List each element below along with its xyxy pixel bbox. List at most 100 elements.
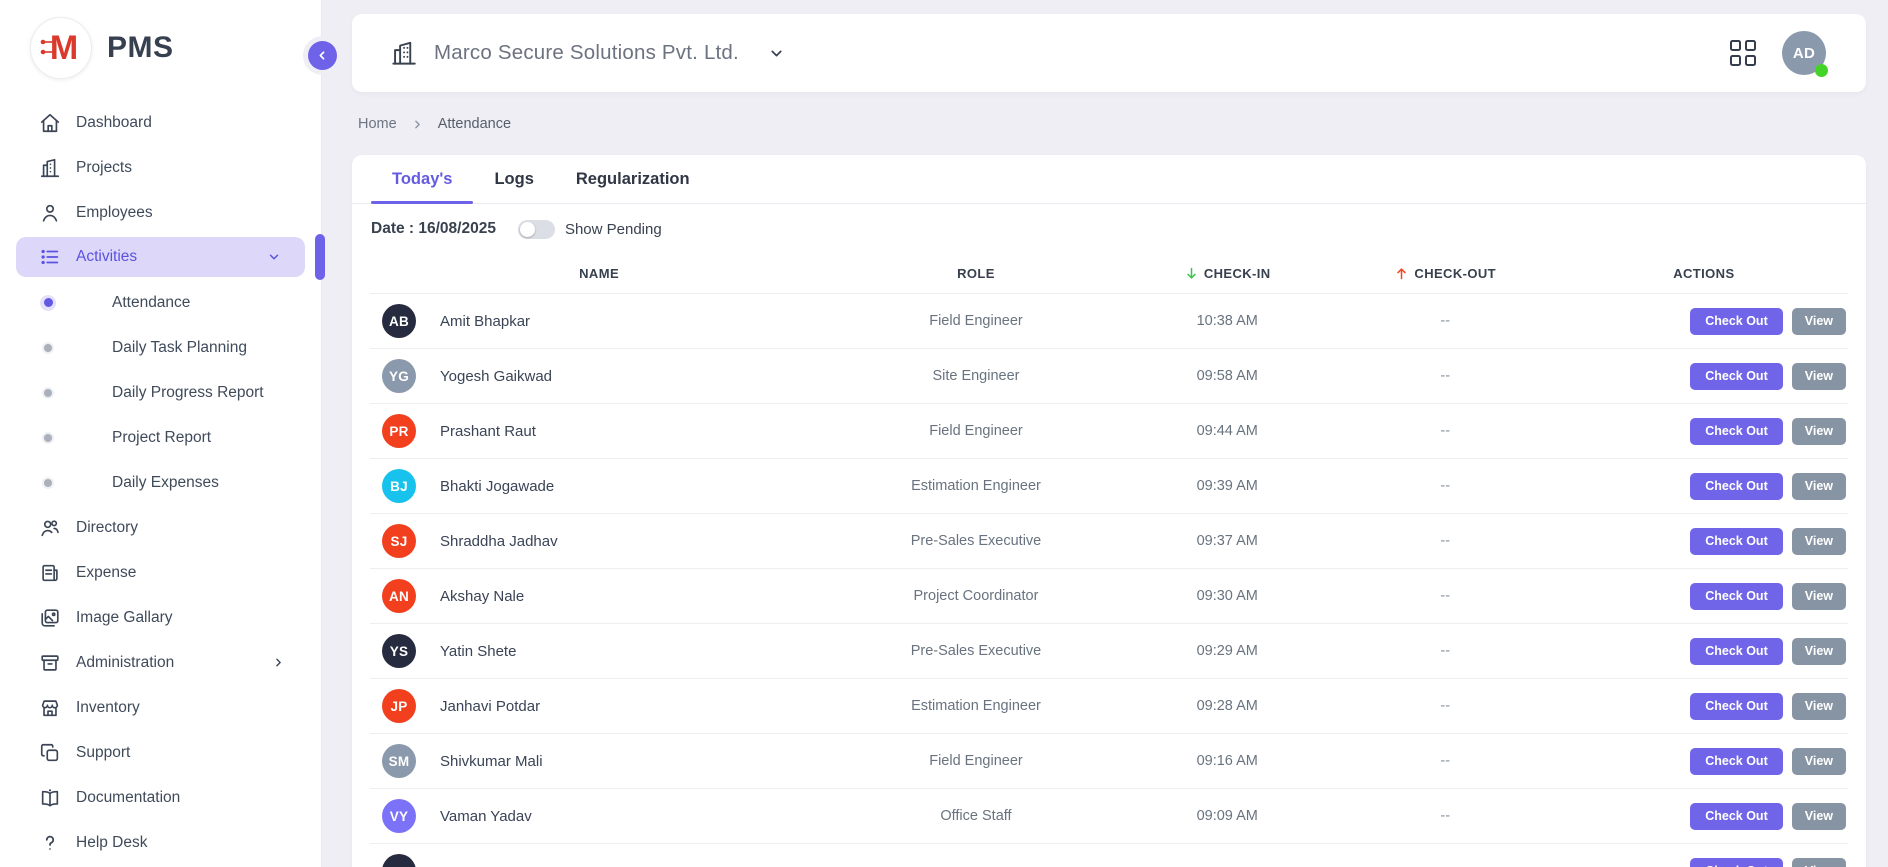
tab-regularization[interactable]: Regularization	[555, 155, 711, 203]
checkout-time: --	[1331, 753, 1560, 769]
logo-row: M PMS	[0, 0, 321, 79]
avatar: PR	[382, 414, 416, 448]
breadcrumb-home[interactable]: Home	[358, 116, 397, 132]
bullet-icon	[40, 295, 56, 311]
show-pending-toggle[interactable]	[518, 220, 555, 239]
employee-role: Field Engineer	[828, 753, 1124, 769]
company-selector[interactable]: Marco Secure Solutions Pvt. Ltd.	[390, 40, 785, 67]
sidebar-item-label: Daily Progress Report	[112, 384, 264, 402]
circuit-icon	[40, 37, 58, 61]
view-button[interactable]: View	[1792, 473, 1846, 500]
avatar-initials: AD	[1793, 45, 1815, 62]
sidebar-item-daily-task-planning[interactable]: Daily Task Planning	[0, 325, 321, 370]
sidebar-item-dashboard[interactable]: Dashboard	[0, 100, 321, 145]
employee-name: Shraddha Jadhav	[440, 533, 558, 550]
column-header-checkout[interactable]: CHECK-OUT	[1331, 266, 1560, 281]
view-button[interactable]: View	[1792, 638, 1846, 665]
sidebar-item-documentation[interactable]: Documentation	[0, 775, 321, 820]
check-out-button[interactable]: Check Out	[1690, 693, 1783, 720]
table-row: YSYatin Shete Pre-Sales Executive 09:29 …	[370, 623, 1848, 678]
checkout-time: --	[1331, 478, 1560, 494]
employee-name: Amit Bhapkar	[440, 313, 530, 330]
checkin-time: 09:09 AM	[1124, 808, 1331, 824]
avatar: SM	[382, 744, 416, 778]
checkin-time: 09:39 AM	[1124, 478, 1331, 494]
receipt-icon	[38, 561, 61, 584]
brand-name: PMS	[107, 31, 174, 65]
sidebar-item-attendance[interactable]: Attendance	[0, 280, 321, 325]
employee-role: Estimation Engineer	[828, 478, 1124, 494]
tab-bar: Today's Logs Regularization	[352, 155, 1866, 204]
check-out-button[interactable]: Check Out	[1690, 748, 1783, 775]
chevron-right-icon	[411, 118, 424, 131]
sidebar-item-support[interactable]: Support	[0, 730, 321, 775]
employee-role: Office Staff	[828, 808, 1124, 824]
view-button[interactable]: View	[1792, 583, 1846, 610]
check-out-button[interactable]: Check Out	[1690, 308, 1783, 335]
sidebar-item-project-report[interactable]: Project Report	[0, 415, 321, 460]
sidebar-item-activities[interactable]: Activities	[16, 237, 305, 277]
column-header-checkin[interactable]: CHECK-IN	[1124, 266, 1331, 281]
sidebar-item-label: Directory	[76, 519, 138, 537]
employee-role: Site Engineer	[828, 368, 1124, 384]
tab-logs[interactable]: Logs	[473, 155, 554, 203]
sidebar-item-daily-expenses[interactable]: Daily Expenses	[0, 460, 321, 505]
checkout-time: --	[1331, 368, 1560, 384]
top-header: Marco Secure Solutions Pvt. Ltd. AD	[352, 14, 1866, 92]
sidebar-item-employees[interactable]: Employees	[0, 190, 321, 235]
table-row: VYVaman Yadav Office Staff 09:09 AM -- C…	[370, 788, 1848, 843]
sidebar-item-expense[interactable]: Expense	[0, 550, 321, 595]
view-button[interactable]: View	[1792, 693, 1846, 720]
employee-role: Pre-Sales Executive	[828, 533, 1124, 549]
copy-icon	[38, 741, 61, 764]
view-button[interactable]: View	[1792, 363, 1846, 390]
sidebar-item-image-gallery[interactable]: Image Gallary	[0, 595, 321, 640]
employee-name: Prashant Raut	[440, 423, 536, 440]
user-avatar[interactable]: AD	[1782, 31, 1826, 75]
sidebar-item-label: Activities	[76, 248, 137, 266]
employee-name: Akshay Nale	[440, 588, 524, 605]
check-out-button[interactable]: Check Out	[1690, 528, 1783, 555]
sidebar-collapse-button[interactable]	[308, 41, 337, 70]
sidebar-item-directory[interactable]: Directory	[0, 505, 321, 550]
checkin-time: 09:58 AM	[1124, 368, 1331, 384]
check-out-button[interactable]: Check Out	[1690, 638, 1783, 665]
apps-grid-icon[interactable]	[1730, 40, 1756, 66]
view-button[interactable]: View	[1792, 418, 1846, 445]
tab-todays[interactable]: Today's	[371, 155, 473, 203]
table-row: PRPrashant Raut Field Engineer 09:44 AM …	[370, 403, 1848, 458]
view-button[interactable]: View	[1792, 748, 1846, 775]
bullet-icon	[40, 385, 56, 401]
employee-role: Project Coordinator	[828, 588, 1124, 604]
view-button[interactable]: View	[1792, 528, 1846, 555]
sidebar-item-projects[interactable]: Projects	[0, 145, 321, 190]
check-out-button[interactable]: Check Out	[1690, 418, 1783, 445]
list-icon	[38, 246, 61, 269]
check-out-button[interactable]: Check Out	[1690, 803, 1783, 830]
avatar: YS	[382, 634, 416, 668]
table-row: SMShivkumar Mali Field Engineer 09:16 AM…	[370, 733, 1848, 788]
check-out-button[interactable]: Check Out	[1690, 363, 1783, 390]
check-out-button[interactable]: Check Out	[1690, 858, 1783, 867]
sidebar-item-inventory[interactable]: Inventory	[0, 685, 321, 730]
avatar	[382, 854, 416, 867]
chevron-down-icon	[267, 250, 281, 264]
bullet-icon	[40, 475, 56, 491]
view-button[interactable]: View	[1792, 858, 1846, 867]
gallery-icon	[38, 606, 61, 629]
company-name: Marco Secure Solutions Pvt. Ltd.	[434, 41, 739, 65]
online-status-dot	[1815, 64, 1828, 77]
view-button[interactable]: View	[1792, 803, 1846, 830]
archive-icon	[38, 651, 61, 674]
sidebar-item-help-desk[interactable]: Help Desk	[0, 820, 321, 865]
bullet-icon	[40, 340, 56, 356]
check-out-button[interactable]: Check Out	[1690, 583, 1783, 610]
arrow-down-icon	[1184, 266, 1199, 281]
employee-name: Yatin Shete	[440, 643, 516, 660]
check-out-button[interactable]: Check Out	[1690, 473, 1783, 500]
sidebar-item-administration[interactable]: Administration	[0, 640, 321, 685]
checkout-time: --	[1331, 698, 1560, 714]
view-button[interactable]: View	[1792, 308, 1846, 335]
sidebar-item-label: Image Gallary	[76, 609, 172, 627]
sidebar-item-daily-progress-report[interactable]: Daily Progress Report	[0, 370, 321, 415]
